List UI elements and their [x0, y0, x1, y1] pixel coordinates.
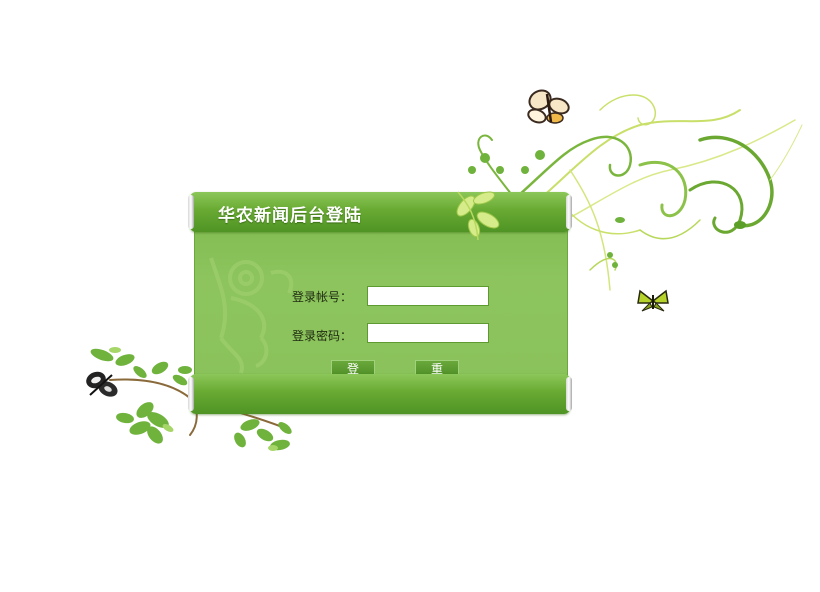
- login-panel-body: 登录帐号： 登录密码： 登 录 重 填: [194, 208, 568, 393]
- scroll-cap-right: [566, 195, 572, 229]
- password-input[interactable]: [367, 323, 489, 343]
- login-panel: 登录帐号： 登录密码： 登 录 重 填 华农新闻后台登陆: [188, 191, 572, 416]
- scroll-cap-left: [188, 377, 194, 411]
- leaf-sprig-icon: [456, 191, 500, 241]
- floral-ornament: [209, 257, 294, 374]
- butterfly-icon: [527, 89, 570, 124]
- login-footer-bar: [188, 374, 572, 414]
- login-page: 登录帐号： 登录密码： 登 录 重 填 华农新闻后台登陆: [0, 0, 820, 592]
- account-input[interactable]: [367, 286, 489, 306]
- butterfly-icon: [86, 371, 118, 397]
- account-label: 登录帐号：: [292, 290, 353, 304]
- login-header-bar: 华农新闻后台登陆: [188, 191, 572, 241]
- scroll-cap-right: [566, 377, 572, 411]
- password-label: 登录密码：: [292, 329, 353, 343]
- page-title: 华农新闻后台登陆: [218, 206, 362, 226]
- scroll-cap-left: [188, 195, 194, 229]
- butterfly-icon: [637, 289, 669, 312]
